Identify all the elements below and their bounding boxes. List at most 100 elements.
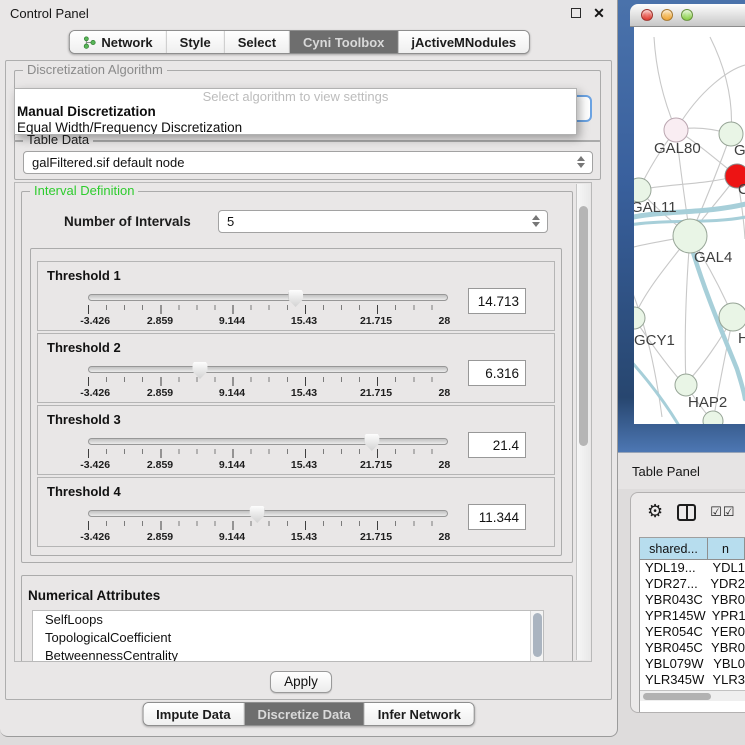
node-label-gal80: GAL80 xyxy=(654,140,701,157)
settings-vertical-scrollbar[interactable] xyxy=(576,184,590,660)
threshold-1-value-field[interactable] xyxy=(468,288,526,314)
scale-label: 2.859 xyxy=(147,531,173,543)
tab-jactivemnodules-label: jActiveMNodules xyxy=(411,35,516,50)
node-hap2[interactable] xyxy=(675,374,697,396)
scale-label: 28 xyxy=(439,459,451,471)
scale-label: 15.43 xyxy=(291,459,317,471)
scale-label: 9.144 xyxy=(219,459,245,471)
slider-ticks xyxy=(88,521,448,530)
control-panel-window: Control Panel ✕ Network Style Select Cyn… xyxy=(0,0,618,737)
network-canvas[interactable]: GAL80 G C GAL11 GAL4 GCY1 H HAP2 xyxy=(634,27,745,424)
table-row[interactable]: YER054CYER0 xyxy=(640,624,745,640)
slider-ticks xyxy=(88,377,448,386)
slider-ticks xyxy=(88,449,448,458)
scale-label: 2.859 xyxy=(147,387,173,399)
node-partial-h[interactable] xyxy=(719,303,745,331)
column-layout-icon[interactable] xyxy=(677,504,696,521)
node-label-partial-h: H xyxy=(738,330,745,347)
table-panel-titlebar: Table Panel xyxy=(618,452,745,489)
minimize-traffic-light-icon[interactable] xyxy=(661,9,673,21)
scale-label: -3.426 xyxy=(80,315,110,327)
node-gal80[interactable] xyxy=(664,118,688,142)
gear-icon[interactable]: ⚙ xyxy=(647,503,663,521)
select-columns-icon[interactable]: ☑☑ xyxy=(710,505,735,520)
scale-label: 28 xyxy=(439,531,451,543)
scrollbar-thumb[interactable] xyxy=(533,613,542,657)
close-traffic-light-icon[interactable] xyxy=(641,9,653,21)
table-rows: YDL19...YDL1 YDR27...YDR2 YBR043CYBR0 YP… xyxy=(640,560,745,694)
table-row[interactable]: YDL19...YDL1 xyxy=(640,560,745,576)
stepper-arrows-icon xyxy=(577,156,585,168)
list-item-selfloops[interactable]: SelfLoops xyxy=(33,611,543,629)
threshold-2-slider[interactable]: -3.426 2.859 9.144 15.43 21.715 28 xyxy=(88,366,448,400)
attributes-group: Attributes to discretize Numerical Attri… xyxy=(21,575,573,662)
table-data-combobox-value: galFiltered.sif default node xyxy=(32,155,184,170)
cell: YDL19... xyxy=(640,560,706,576)
threshold-4-value-field[interactable] xyxy=(468,504,526,530)
scale-label: 28 xyxy=(439,315,451,327)
zoom-traffic-light-icon[interactable] xyxy=(681,9,693,21)
tab-select[interactable]: Select xyxy=(225,31,290,53)
threshold-2-value-field[interactable] xyxy=(468,360,526,386)
cell: YPR145W xyxy=(640,608,706,624)
tab-style-label: Style xyxy=(180,35,211,50)
algorithm-option-equal-width[interactable]: Equal Width/Frequency Discretization xyxy=(15,120,576,135)
scale-label: 28 xyxy=(439,387,451,399)
column-header-shared[interactable]: shared... xyxy=(640,538,708,560)
number-of-intervals-combobox[interactable]: 5 xyxy=(218,210,548,233)
node-gal4[interactable] xyxy=(673,219,707,253)
table-row[interactable]: YLR345WYLR3 xyxy=(640,672,745,688)
tab-infer-network[interactable]: Infer Network xyxy=(365,703,474,725)
cell: YBR043C xyxy=(640,592,705,608)
tab-network[interactable]: Network xyxy=(69,31,166,53)
interval-definition-title: Interval Definition xyxy=(30,183,138,198)
number-of-intervals-value: 5 xyxy=(227,214,234,229)
threshold-3-slider[interactable]: -3.426 2.859 9.144 15.43 21.715 28 xyxy=(88,438,448,472)
scrollbar-thumb[interactable] xyxy=(643,693,711,700)
tab-style[interactable]: Style xyxy=(167,31,225,53)
apply-button[interactable]: Apply xyxy=(270,671,332,693)
network-window-titlebar[interactable] xyxy=(630,4,745,27)
tab-impute-data[interactable]: Impute Data xyxy=(143,703,244,725)
threshold-4-label: Threshold 4 xyxy=(47,484,121,499)
table-data-combobox[interactable]: galFiltered.sif default node xyxy=(23,151,593,174)
table-data-group: Table Data galFiltered.sif default node xyxy=(14,140,601,180)
cell: YBR045C xyxy=(640,640,705,656)
tab-jactivemnodules[interactable]: jActiveMNodules xyxy=(398,31,529,53)
node-label-gal4: GAL4 xyxy=(694,249,732,266)
tab-cyni-toolbox[interactable]: Cyni Toolbox xyxy=(290,31,398,53)
list-item-betweennesscentrality[interactable]: BetweennessCentrality xyxy=(33,647,543,662)
table-row[interactable]: YBR043CYBR0 xyxy=(640,592,745,608)
cell: YDL1 xyxy=(706,560,745,576)
scale-label: -3.426 xyxy=(80,459,110,471)
slider-track[interactable] xyxy=(88,510,448,517)
thresholds-group: Threshold's Coordinates for 5 Intervals … xyxy=(30,248,562,556)
tab-discretize-data[interactable]: Discretize Data xyxy=(245,703,365,725)
table-row[interactable]: YPR145WYPR1 xyxy=(640,608,745,624)
close-window-button[interactable]: ✕ xyxy=(591,5,607,21)
tab-cyni-toolbox-label: Cyni Toolbox xyxy=(303,35,384,50)
table-row[interactable]: YBL079WYBL0 xyxy=(640,656,745,672)
slider-track[interactable] xyxy=(88,294,448,301)
numerical-attributes-list: SelfLoops TopologicalCoefficient Between… xyxy=(32,610,544,662)
stepper-arrows-icon xyxy=(532,215,540,227)
table-horizontal-scrollbar[interactable] xyxy=(640,690,745,701)
column-header-name[interactable]: n xyxy=(708,538,745,560)
tab-discretize-data-label: Discretize Data xyxy=(258,707,351,722)
table-row[interactable]: YBR045CYBR0 xyxy=(640,640,745,656)
slider-track[interactable] xyxy=(88,366,448,373)
threshold-1-slider[interactable]: -3.426 2.859 9.144 15.43 21.715 28 xyxy=(88,294,448,328)
algorithm-option-manual[interactable]: Manual Discretization xyxy=(15,104,576,120)
scale-label: 21.715 xyxy=(360,459,392,471)
cell: YBL079W xyxy=(640,656,707,672)
threshold-3-value-field[interactable] xyxy=(468,432,526,458)
scrollbar-thumb[interactable] xyxy=(579,206,588,446)
threshold-4-slider[interactable]: -3.426 2.859 9.144 15.43 21.715 28 xyxy=(88,510,448,544)
float-window-button[interactable] xyxy=(568,5,584,21)
node-label-hap2: HAP2 xyxy=(688,394,727,411)
slider-track[interactable] xyxy=(88,438,448,445)
attributes-list-scrollbar[interactable] xyxy=(530,611,543,661)
slider-scale: -3.426 2.859 9.144 15.43 21.715 28 xyxy=(88,387,448,400)
table-row[interactable]: YDR27...YDR2 xyxy=(640,576,745,592)
list-item-topologicalcoefficient[interactable]: TopologicalCoefficient xyxy=(33,629,543,647)
